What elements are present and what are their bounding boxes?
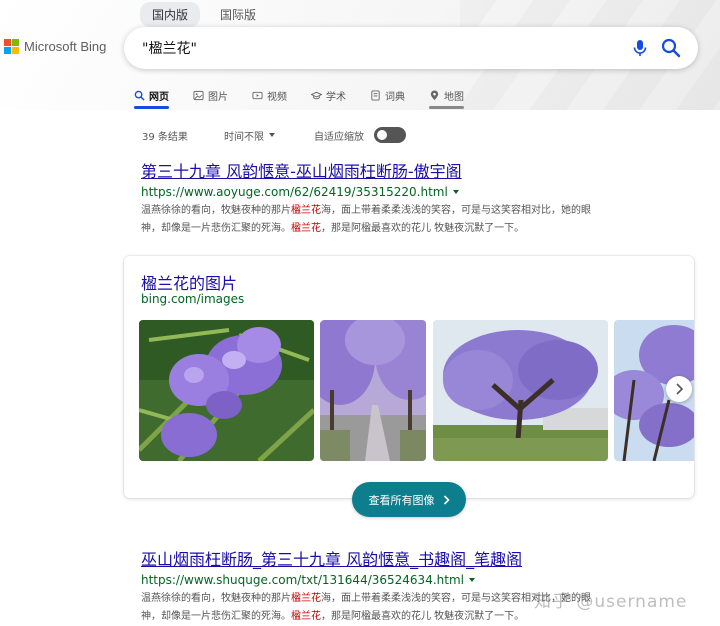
nav-map-label: 地图 — [444, 91, 464, 103]
search-icon — [134, 90, 145, 101]
logo-text: Microsoft Bing — [24, 39, 107, 54]
nav-map[interactable]: 地图 — [429, 84, 464, 109]
result-title-link[interactable]: 第三十九章 风韵惬意-巫山烟雨枉断肠-傲宇阁 — [141, 158, 681, 182]
snippet-highlight: 楹兰花 — [291, 611, 321, 622]
time-filter[interactable]: 时间不限 — [224, 128, 314, 143]
adaptive-zoom-label: 自适应缩放 — [314, 131, 364, 143]
result-url-text: https://www.shuquge.com/txt/131644/36524… — [141, 573, 464, 587]
nav-video-label: 视频 — [267, 91, 287, 103]
map-pin-icon — [430, 89, 439, 100]
region-tab-domestic[interactable]: 国内版 — [140, 2, 201, 27]
image-results-source: bing.com/images — [141, 292, 245, 306]
region-tabs: 国内版 国际版 — [140, 2, 268, 27]
snippet-highlight: 楹兰花 — [291, 205, 321, 216]
search-nav: 网页 图片 视频 学术 词典 地图 — [134, 84, 488, 109]
nav-dictionary-label: 词典 — [385, 91, 405, 103]
nav-images[interactable]: 图片 — [193, 84, 228, 106]
adaptive-zoom-toggle[interactable] — [374, 127, 406, 143]
image-thumbnail[interactable] — [139, 320, 314, 461]
search-icon[interactable] — [660, 37, 682, 59]
image-thumbnail[interactable] — [320, 320, 426, 461]
snippet-text: ，那是阿楹最喜欢的花儿 牧魅夜沉默了一下。 — [321, 611, 525, 622]
adaptive-zoom: 自适应缩放 — [314, 127, 406, 143]
nav-images-label: 图片 — [208, 91, 228, 103]
image-thumbnail[interactable] — [433, 320, 608, 461]
image-results-title[interactable]: 楹兰花的图片 — [141, 270, 237, 294]
chevron-right-icon — [676, 383, 684, 395]
microphone-icon[interactable] — [630, 38, 650, 58]
snippet-text: 海，面上带着柔柔浅浅的笑容，可是与这笑容相对比，她的眼 — [321, 205, 591, 216]
chevron-right-icon — [443, 494, 450, 505]
snippet-highlight: 楹兰花 — [291, 593, 321, 604]
chevron-down-icon — [269, 133, 275, 137]
snippet-text: 神，却像是一片悲伤汇聚的死海。 — [141, 611, 291, 622]
result-url-text: https://www.aoyuge.com/62/62419/35315220… — [141, 185, 448, 199]
result-count: 39 条结果 — [142, 131, 188, 143]
dictionary-icon — [371, 89, 380, 101]
time-filter-label: 时间不限 — [224, 131, 264, 143]
nav-video[interactable]: 视频 — [252, 84, 287, 106]
nav-academic-label: 学术 — [326, 91, 346, 103]
result-url: https://www.shuquge.com/txt/131644/36524… — [141, 573, 681, 587]
zhihu-watermark: 知乎 @username — [534, 592, 688, 612]
snippet-text: ，那是阿楹最喜欢的花儿 牧魅夜沉默了一下。 — [321, 223, 525, 234]
snippet-line: 温燕徐徐的看向，牧魅夜种的那片楹兰花海，面上带着柔柔浅浅的笑容，可是与这笑容相对… — [141, 202, 661, 220]
bing-logo[interactable]: Microsoft Bing — [4, 39, 106, 54]
image-results-card: 楹兰花的图片 bing.com/images — [124, 256, 694, 498]
microsoft-logo-icon — [4, 39, 19, 54]
search-result: 巫山烟雨枉断肠_第三十九章 风韵惬意_书趣阁_笔趣阁 https://www.s… — [141, 546, 681, 626]
snippet-text: 神，却像是一片悲伤汇聚的死海。 — [141, 223, 291, 234]
region-tab-international[interactable]: 国际版 — [208, 2, 268, 27]
nav-web[interactable]: 网页 — [134, 84, 169, 109]
snippet-highlight: 楹兰花 — [291, 223, 321, 234]
jacaranda-road-image — [320, 320, 426, 461]
see-all-images-label: 查看所有图像 — [368, 493, 435, 507]
search-result: 第三十九章 风韵惬意-巫山烟雨枉断肠-傲宇阁 https://www.aoyug… — [141, 158, 681, 238]
carousel-next-button[interactable] — [666, 376, 692, 402]
jacaranda-flower-closeup-image — [139, 320, 314, 461]
snippet-text: 温燕徐徐的看向，牧魅夜种的那片 — [141, 205, 291, 216]
nav-dictionary[interactable]: 词典 — [370, 84, 405, 106]
see-all-images-button[interactable]: 查看所有图像 — [352, 482, 466, 517]
jacaranda-tree-image — [433, 320, 608, 461]
video-icon — [252, 91, 263, 99]
academic-cap-icon — [311, 91, 322, 99]
snippet-text: 温燕徐徐的看向，牧魅夜种的那片 — [141, 593, 291, 604]
result-title-link[interactable]: 巫山烟雨枉断肠_第三十九章 风韵惬意_书趣阁_笔趣阁 — [141, 546, 681, 570]
image-icon — [193, 90, 204, 100]
search-input[interactable] — [142, 40, 612, 56]
result-url: https://www.aoyuge.com/62/62419/35315220… — [141, 185, 681, 199]
search-tools: 39 条结果 时间不限 自适应缩放 — [142, 127, 406, 143]
snippet-line: 神，却像是一片悲伤汇聚的死海。楹兰花，那是阿楹最喜欢的花儿 牧魅夜沉默了一下。 — [141, 220, 661, 238]
chevron-down-icon[interactable] — [468, 578, 475, 582]
result-snippet: 温燕徐徐的看向，牧魅夜种的那片楹兰花海，面上带着柔柔浅浅的笑容，可是与这笑容相对… — [141, 202, 661, 238]
search-box — [124, 27, 698, 69]
nav-academic[interactable]: 学术 — [311, 84, 346, 106]
nav-web-label: 网页 — [149, 91, 169, 103]
chevron-down-icon[interactable] — [452, 190, 459, 194]
